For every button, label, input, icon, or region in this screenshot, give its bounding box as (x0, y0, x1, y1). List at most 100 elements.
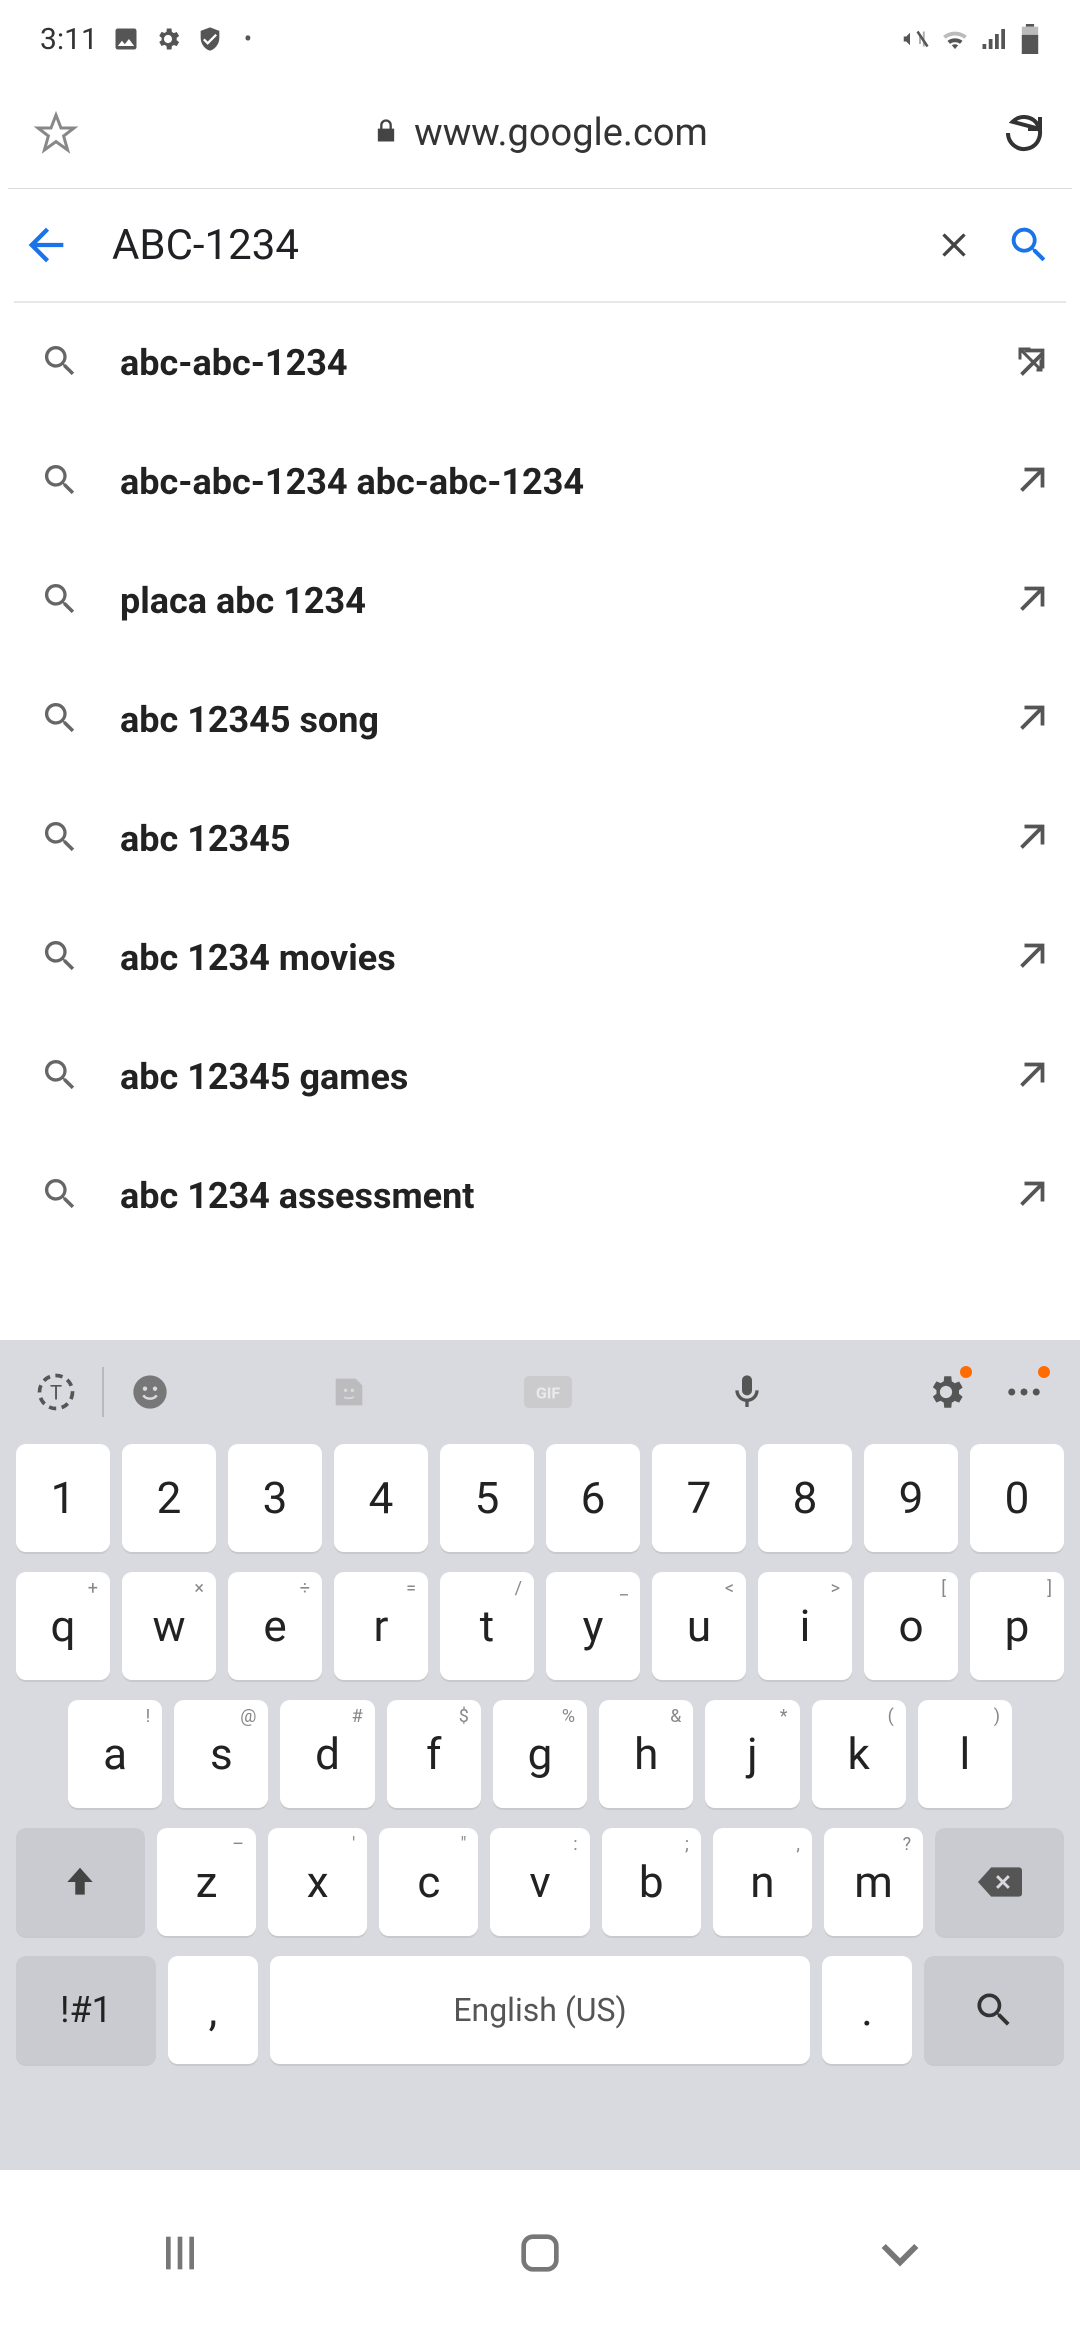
search-icon (40, 341, 80, 385)
key-k[interactable]: (k (812, 1700, 906, 1808)
key-period[interactable]: . (822, 1956, 912, 2064)
key-6[interactable]: 6 (546, 1444, 640, 1552)
key-d[interactable]: #d (280, 1700, 374, 1808)
key-3[interactable]: 3 (228, 1444, 322, 1552)
suggestion-text: abc 1234 movies (120, 937, 974, 979)
keyboard: T GIF 1 2 3 4 (0, 1340, 1080, 2170)
gif-icon[interactable]: GIF (516, 1360, 580, 1424)
keyboard-row-numbers: 1 2 3 4 5 6 7 8 9 0 (16, 1444, 1064, 1552)
insert-arrow-icon[interactable] (1014, 1057, 1050, 1097)
key-2[interactable]: 2 (122, 1444, 216, 1552)
suggestion-text: abc 1234 assessment (120, 1175, 974, 1217)
key-l[interactable]: )l (918, 1700, 1012, 1808)
key-c[interactable]: "c (379, 1828, 478, 1936)
back-arrow-icon[interactable] (20, 219, 72, 271)
keyboard-settings-icon[interactable] (914, 1360, 978, 1424)
key-a[interactable]: !a (68, 1700, 162, 1808)
key-space[interactable]: English (US) (270, 1956, 810, 2064)
suggestion-text: abc-abc-1234 (120, 342, 974, 384)
search-input[interactable] (90, 221, 916, 270)
keyboard-toolbar: T GIF (0, 1340, 1080, 1444)
suggestions-list: abc-abc-1234 abc-abc-1234 abc-abc-1234 p… (0, 303, 1080, 1255)
suggestion-item[interactable]: abc 12345 song (0, 660, 1080, 779)
sticker-icon[interactable] (317, 1360, 381, 1424)
notification-dot (1038, 1366, 1050, 1378)
url-display[interactable]: www.google.com (104, 111, 976, 155)
key-1[interactable]: 1 (16, 1444, 110, 1552)
emoji-icon[interactable] (118, 1360, 182, 1424)
bookmark-star-icon[interactable] (32, 109, 80, 157)
clear-icon[interactable] (934, 225, 974, 265)
key-0[interactable]: 0 (970, 1444, 1064, 1552)
search-icon (40, 817, 80, 861)
vibrate-icon (900, 24, 930, 54)
key-e[interactable]: ÷e (228, 1572, 322, 1680)
insert-arrow-icon[interactable] (1014, 700, 1050, 740)
suggestion-text: abc 12345 song (120, 699, 974, 741)
battery-icon (1020, 24, 1040, 54)
suggestion-text: abc 12345 (120, 818, 974, 860)
notification-dot (960, 1366, 972, 1378)
key-i[interactable]: >i (758, 1572, 852, 1680)
key-symbols[interactable]: !#1 (16, 1956, 156, 2064)
key-w[interactable]: ×w (122, 1572, 216, 1680)
nav-recents-icon[interactable] (152, 2225, 208, 2285)
key-enter-search[interactable] (924, 1956, 1064, 2064)
key-backspace[interactable] (935, 1828, 1064, 1936)
key-8[interactable]: 8 (758, 1444, 852, 1552)
suggestion-item[interactable]: abc-abc-1234 abc-abc-1234 (0, 422, 1080, 541)
reload-icon[interactable] (1000, 109, 1048, 157)
search-row (0, 189, 1080, 301)
key-5[interactable]: 5 (440, 1444, 534, 1552)
insert-arrow-icon[interactable] (1014, 819, 1050, 859)
key-g[interactable]: %g (493, 1700, 587, 1808)
keyboard-more-icon[interactable] (992, 1360, 1056, 1424)
key-m[interactable]: ?m (824, 1828, 923, 1936)
suggestion-item[interactable]: abc 1234 movies (0, 898, 1080, 1017)
search-icon (40, 579, 80, 623)
key-z[interactable]: –z (157, 1828, 256, 1936)
key-h[interactable]: &h (599, 1700, 693, 1808)
insert-arrow-icon[interactable] (1014, 1176, 1050, 1216)
key-v[interactable]: :v (490, 1828, 589, 1936)
key-s[interactable]: @s (174, 1700, 268, 1808)
nav-home-icon[interactable] (512, 2225, 568, 2285)
status-time: 3:11 (40, 22, 98, 57)
key-u[interactable]: <u (652, 1572, 746, 1680)
key-shift[interactable] (16, 1828, 145, 1936)
key-7[interactable]: 7 (652, 1444, 746, 1552)
gear-icon (154, 25, 182, 53)
insert-arrow-icon[interactable] (1014, 343, 1050, 383)
key-n[interactable]: ,n (713, 1828, 812, 1936)
insert-arrow-icon[interactable] (1014, 581, 1050, 621)
keyboard-row-bottom: !#1 , English (US) . (16, 1956, 1064, 2064)
key-q[interactable]: +q (16, 1572, 110, 1680)
suggestion-item[interactable]: abc-abc-1234 (0, 303, 1080, 422)
suggestion-item[interactable]: abc 12345 (0, 779, 1080, 898)
key-comma[interactable]: , (168, 1956, 258, 2064)
key-y[interactable]: _y (546, 1572, 640, 1680)
key-o[interactable]: [o (864, 1572, 958, 1680)
key-4[interactable]: 4 (334, 1444, 428, 1552)
nav-back-icon[interactable] (872, 2225, 928, 2285)
key-t[interactable]: /t (440, 1572, 534, 1680)
key-r[interactable]: =r (334, 1572, 428, 1680)
key-9[interactable]: 9 (864, 1444, 958, 1552)
mic-icon[interactable] (715, 1360, 779, 1424)
signal-icon (980, 24, 1010, 54)
key-p[interactable]: ]p (970, 1572, 1064, 1680)
key-j[interactable]: *j (705, 1700, 799, 1808)
search-submit-icon[interactable] (1006, 222, 1052, 268)
key-f[interactable]: $f (387, 1700, 481, 1808)
suggestion-item[interactable]: abc 12345 games (0, 1017, 1080, 1136)
suggestion-item[interactable]: abc 1234 assessment (0, 1136, 1080, 1255)
search-icon (40, 698, 80, 742)
keyboard-row-z: –z 'x "c :v ;b ,n ?m (16, 1828, 1064, 1936)
key-x[interactable]: 'x (268, 1828, 367, 1936)
suggestion-item[interactable]: placa abc 1234 (0, 541, 1080, 660)
insert-arrow-icon[interactable] (1014, 938, 1050, 978)
key-b[interactable]: ;b (602, 1828, 701, 1936)
insert-arrow-icon[interactable] (1014, 462, 1050, 502)
suggestion-text: abc-abc-1234 abc-abc-1234 (120, 461, 974, 503)
text-correction-icon[interactable]: T (24, 1360, 88, 1424)
